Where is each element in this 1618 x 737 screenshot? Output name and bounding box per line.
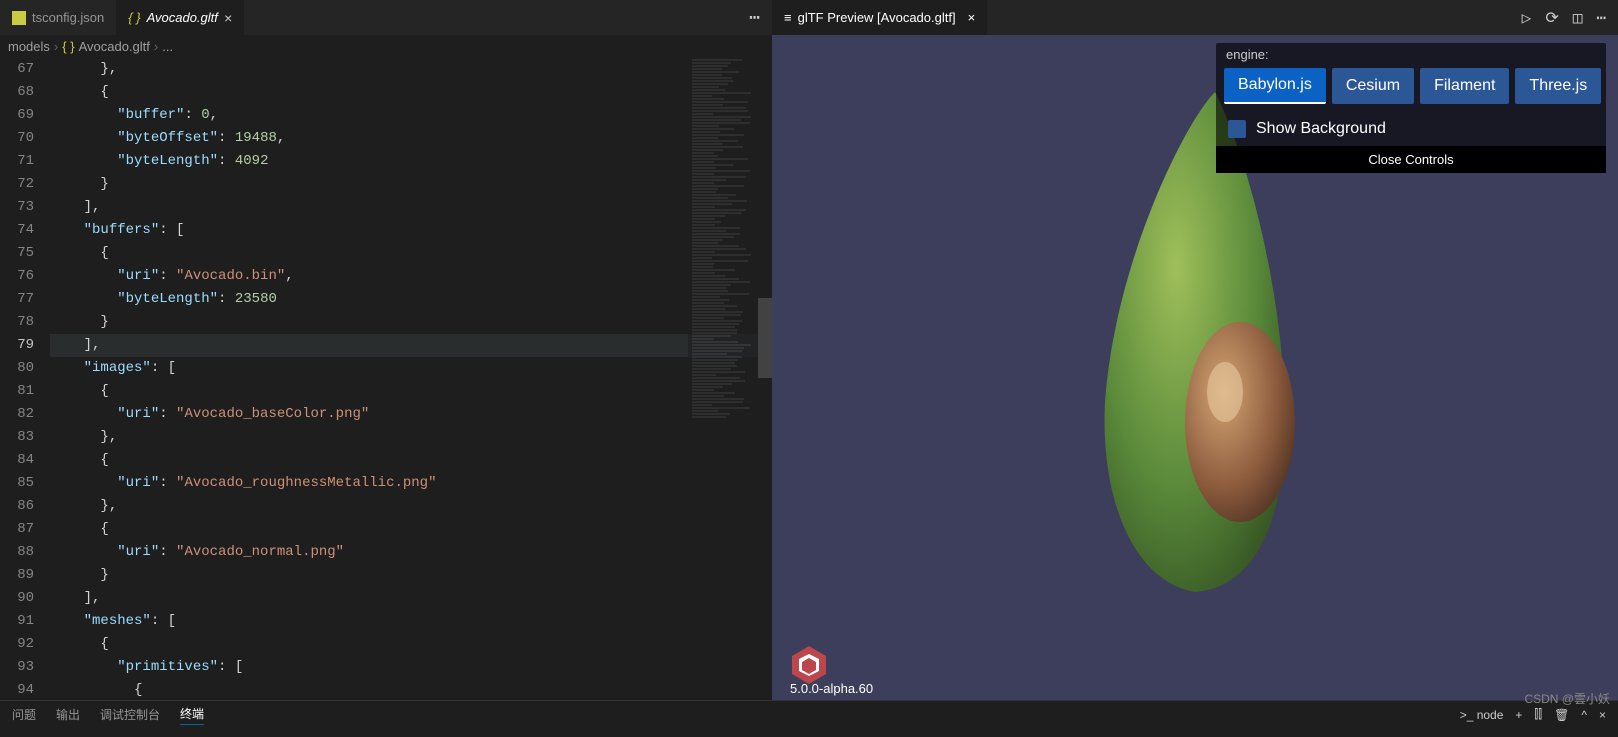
- split-icon[interactable]: ◫: [1573, 8, 1583, 28]
- close-panel-icon[interactable]: ×: [1599, 708, 1606, 722]
- engine-button-babylonjs[interactable]: Babylon.js: [1224, 68, 1326, 104]
- scrollbar[interactable]: [758, 58, 772, 700]
- bottom-panel: 问题 输出 调试控制台 终端 >_ node + ⫿⫿ 🗑 ^ ×: [0, 700, 1618, 728]
- panel-tab-debug[interactable]: 调试控制台: [100, 706, 160, 723]
- tab-avocado-gltf[interactable]: { } Avocado.gltf ×: [116, 0, 244, 35]
- tab-tsconfig[interactable]: tsconfig.json: [0, 0, 116, 35]
- tab-overflow-icon[interactable]: ⋯: [737, 7, 772, 29]
- editor-pane: tsconfig.json { } Avocado.gltf × ⋯ model…: [0, 0, 772, 700]
- panel-tab-output[interactable]: 输出: [56, 706, 80, 723]
- preview-tabs: ≡ glTF Preview [Avocado.gltf] × ▷ ⟳ ◫ ⋯: [772, 0, 1618, 35]
- chevron-right-icon: ›: [154, 39, 158, 54]
- add-terminal-icon[interactable]: +: [1515, 708, 1522, 722]
- refresh-icon[interactable]: ⟳: [1545, 8, 1558, 28]
- engine-button-cesium[interactable]: Cesium: [1332, 68, 1414, 104]
- preview-pane: ≡ glTF Preview [Avocado.gltf] × ▷ ⟳ ◫ ⋯: [772, 0, 1618, 700]
- more-icon[interactable]: ⋯: [1596, 8, 1606, 28]
- breadcrumb-segment[interactable]: Avocado.gltf: [79, 39, 150, 54]
- close-icon[interactable]: ×: [968, 10, 976, 25]
- braces-icon: { }: [128, 10, 140, 25]
- terminal-profile[interactable]: >_ node: [1460, 708, 1504, 722]
- engine-button-filament[interactable]: Filament: [1420, 68, 1509, 104]
- close-icon[interactable]: ×: [224, 10, 232, 26]
- code-editor[interactable]: 6768697071727374757677787980818283848586…: [0, 58, 772, 700]
- line-gutter: 6768697071727374757677787980818283848586…: [0, 58, 50, 700]
- play-icon[interactable]: ▷: [1522, 8, 1532, 28]
- chevron-right-icon: ›: [54, 39, 58, 54]
- json-icon: [12, 11, 26, 25]
- show-background-row[interactable]: Show Background: [1216, 112, 1606, 146]
- panel-tab-problems[interactable]: 问题: [12, 706, 36, 723]
- preview-icon: ≡: [784, 10, 792, 25]
- tab-label: glTF Preview [Avocado.gltf]: [798, 10, 956, 25]
- minimap[interactable]: [688, 58, 758, 700]
- trash-icon[interactable]: 🗑: [1554, 708, 1569, 722]
- breadcrumb-segment[interactable]: models: [8, 39, 50, 54]
- babylon-logo: [790, 644, 828, 686]
- watermark: CSDN @雲小妖: [1524, 690, 1610, 707]
- engine-buttons: Babylon.jsCesiumFilamentThree.js: [1216, 64, 1606, 112]
- editor-tabs: tsconfig.json { } Avocado.gltf × ⋯: [0, 0, 772, 35]
- braces-icon: { }: [62, 39, 74, 54]
- panel-tab-terminal[interactable]: 终端: [180, 705, 204, 725]
- scrollbar-thumb[interactable]: [758, 298, 772, 378]
- panel-actions: >_ node + ⫿⫿ 🗑 ^ ×: [1460, 707, 1606, 722]
- breadcrumb[interactable]: models › { } Avocado.gltf › ...: [0, 35, 772, 58]
- breadcrumb-more[interactable]: ...: [162, 39, 173, 54]
- close-controls-button[interactable]: Close Controls: [1216, 146, 1606, 173]
- preview-actions: ▷ ⟳ ◫ ⋯: [1510, 8, 1618, 28]
- engine-button-threejs[interactable]: Three.js: [1515, 68, 1601, 104]
- tab-label: tsconfig.json: [32, 10, 104, 25]
- controls-panel: engine: Babylon.jsCesiumFilamentThree.js…: [1216, 43, 1606, 173]
- split-terminal-icon[interactable]: ⫿⫿: [1534, 707, 1542, 722]
- tab-label: Avocado.gltf: [147, 10, 218, 25]
- tab-gltf-preview[interactable]: ≡ glTF Preview [Avocado.gltf] ×: [772, 0, 987, 35]
- chevron-up-icon[interactable]: ^: [1581, 708, 1587, 722]
- version-text: 5.0.0-alpha.60: [790, 681, 873, 696]
- code-content[interactable]: }, { "buffer": 0, "byteOffset": 19488, "…: [50, 58, 772, 700]
- preview-viewport[interactable]: engine: Babylon.jsCesiumFilamentThree.js…: [772, 35, 1618, 700]
- show-background-label: Show Background: [1256, 120, 1386, 138]
- engine-label: engine:: [1216, 43, 1606, 64]
- show-background-checkbox[interactable]: [1228, 120, 1246, 138]
